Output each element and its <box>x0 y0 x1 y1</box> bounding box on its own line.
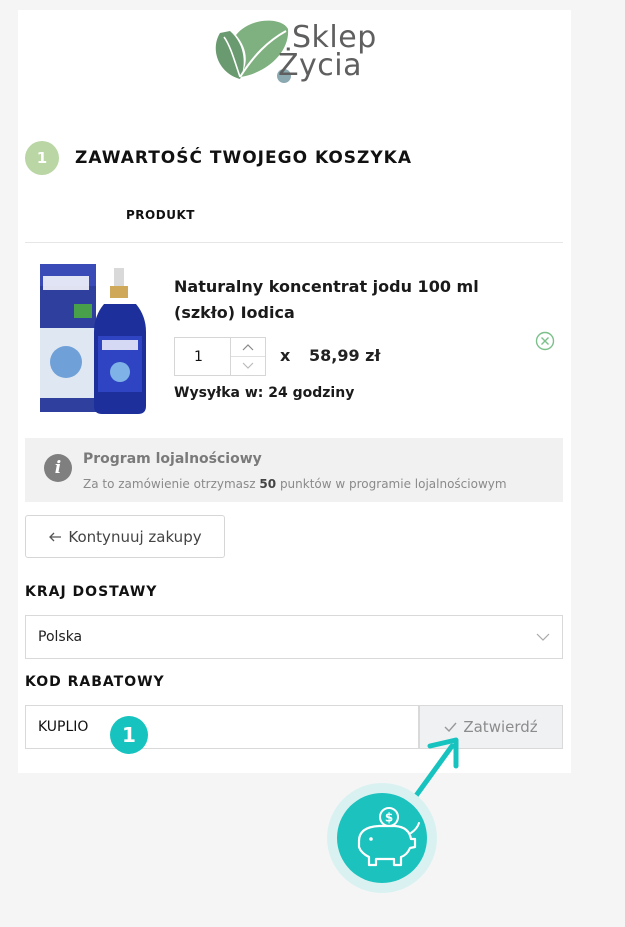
continue-shopping-button[interactable]: Kontynuuj zakupy <box>25 515 225 558</box>
loyalty-points: 50 <box>259 477 277 491</box>
svg-text:$: $ <box>385 811 393 825</box>
cart-step-header: 1 ZAWARTOŚĆ TWOJEGO KOSZYKA <box>25 141 412 175</box>
piggy-bank-icon: $ <box>337 793 427 883</box>
quantity-input[interactable]: 1 <box>175 338 230 375</box>
product-image[interactable] <box>34 258 154 420</box>
quantity-arrows <box>230 338 265 375</box>
column-header-product: PRODUKT <box>126 208 195 222</box>
iodica-product-icon <box>40 264 146 414</box>
chevron-up-icon[interactable] <box>231 338 265 356</box>
unit-price: 58,99 zł <box>309 346 381 365</box>
arrow-left-icon <box>48 528 62 546</box>
loyalty-text: Za to zamówienie otrzymasz 50 punktów w … <box>83 477 507 491</box>
loyalty-text-after: punktów w programie lojalnościowym <box>279 477 507 491</box>
loyalty-info-box: i Program lojalnościowy Za to zamówienie… <box>25 438 563 502</box>
loyalty-title: Program lojalnościowy <box>83 451 262 467</box>
apply-coupon-label: Zatwierdź <box>463 718 538 736</box>
logo-text-line2: Życia <box>278 48 363 83</box>
country-label: KRAJ DOSTAWY <box>25 584 158 600</box>
country-selected-value: Polska <box>38 629 83 645</box>
step-badge: 1 <box>110 716 148 754</box>
loyalty-text-before: Za to zamówienie otrzymasz <box>83 477 256 491</box>
coupon-code-input[interactable]: KUPLIO <box>25 705 419 749</box>
shipping-time: Wysyłka w: 24 godziny <box>174 385 355 401</box>
product-name[interactable]: Naturalny koncentrat jodu 100 ml (szkło)… <box>174 274 539 326</box>
chevron-down-icon[interactable] <box>231 356 265 375</box>
country-select[interactable]: Polska <box>25 615 563 659</box>
remove-item-button[interactable] <box>535 331 555 351</box>
quantity-stepper[interactable]: 1 <box>174 337 266 376</box>
continue-shopping-label: Kontynuuj zakupy <box>68 527 202 546</box>
page-title: ZAWARTOŚĆ TWOJEGO KOSZYKA <box>75 148 413 168</box>
chevron-down-icon <box>536 630 550 646</box>
close-circle-icon <box>535 331 555 351</box>
coupon-label: KOD RABATOWY <box>25 674 165 690</box>
step-number: 1 <box>25 141 59 175</box>
info-icon: i <box>44 454 72 482</box>
site-logo[interactable]: Sklep Życia <box>206 15 386 90</box>
divider <box>25 242 563 243</box>
multiply-sign: x <box>280 346 291 365</box>
cart-card: Sklep Życia 1 ZAWARTOŚĆ TWOJEGO KOSZYKA … <box>18 10 571 773</box>
